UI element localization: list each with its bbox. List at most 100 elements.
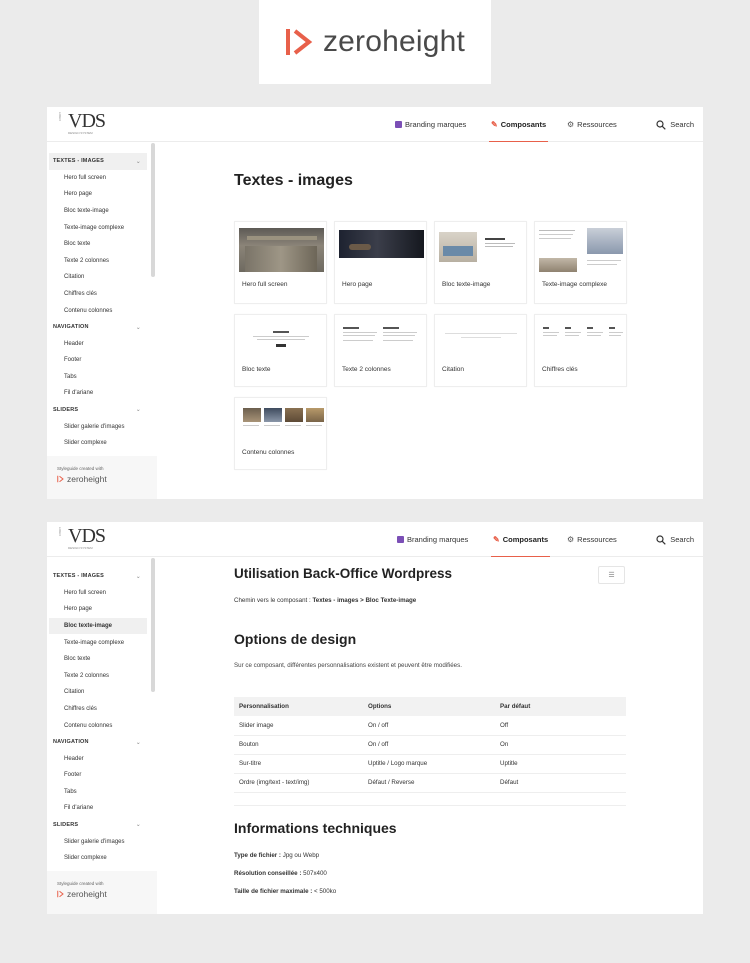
- sidebar-item[interactable]: Citation: [49, 269, 147, 286]
- sidebar-section-navigation[interactable]: NAVIGATION ⌄: [49, 319, 147, 336]
- styleguide-credit: Styleguide created with: [57, 466, 104, 471]
- sidebar-item[interactable]: Tabs: [49, 369, 147, 386]
- component-card-bloc-texte[interactable]: Bloc texte: [234, 314, 327, 387]
- component-path: Chemin vers le composant : Textes - imag…: [234, 597, 417, 604]
- sidebar-item[interactable]: Texte 2 colonnes: [49, 667, 147, 684]
- card-thumbnail: [439, 321, 524, 365]
- component-card-texte-image-complexe[interactable]: Texte-image complexe: [534, 221, 627, 304]
- sidebar-section-navigation[interactable]: NAVIGATION ⌄: [49, 734, 147, 751]
- nav-ressources[interactable]: ⚙ Ressources: [567, 522, 617, 557]
- component-card-hero-page[interactable]: Hero page: [334, 221, 427, 304]
- chevron-down-icon: ⌄: [135, 822, 141, 829]
- window-components-overview: LOGO VDS DESIGN SYSTEM Branding marques …: [47, 107, 703, 499]
- nav-branding[interactable]: Branding marques: [395, 107, 466, 142]
- nav-ressources[interactable]: ⚙ Ressources: [567, 107, 617, 142]
- top-navigation-bar: LOGO VDS DESIGN SYSTEM Branding marques …: [47, 107, 703, 142]
- chevron-down-icon: ⌄: [135, 573, 141, 580]
- sidebar-section-sliders[interactable]: SLIDERS ⌄: [49, 817, 147, 834]
- section-title-technical: Informations techniques: [234, 820, 397, 836]
- sidebar-item-selected[interactable]: Bloc texte-image: [49, 617, 147, 635]
- vds-logo[interactable]: LOGO VDS DESIGN SYSTEM: [58, 110, 106, 138]
- sidebar-item[interactable]: Bloc texte: [49, 236, 147, 253]
- search-button[interactable]: Search: [656, 522, 694, 557]
- search-icon: [656, 534, 666, 545]
- sidebar-item[interactable]: Hero page: [49, 186, 147, 203]
- section-divider: [234, 805, 626, 806]
- vds-logo[interactable]: LOGO VDS DESIGN SYSTEM: [58, 525, 106, 553]
- sidebar-item[interactable]: Footer: [49, 767, 147, 784]
- sidebar-item[interactable]: Slider galerie d'images: [49, 418, 147, 435]
- table-row: Bouton On / off On: [234, 735, 626, 755]
- card-label: Hero page: [342, 281, 373, 288]
- sidebar-item[interactable]: Hero full screen: [49, 585, 147, 602]
- table-header: Personnalisation: [234, 697, 363, 716]
- component-card-hero-full-screen[interactable]: Hero full screen: [234, 221, 327, 304]
- nav-composants[interactable]: ✎ Composants: [488, 107, 549, 142]
- table-header-row: Personnalisation Options Par défaut: [234, 697, 626, 716]
- sidebar-section-sliders[interactable]: SLIDERS ⌄: [49, 402, 147, 419]
- sidebar-item[interactable]: Tabs: [49, 784, 147, 801]
- sidebar-item[interactable]: Slider complexe: [49, 850, 147, 867]
- sidebar-scrollbar[interactable]: [151, 143, 155, 277]
- sidebar-item[interactable]: Bloc texte-image: [49, 203, 147, 220]
- sidebar: TEXTES - IMAGES ⌄ Hero full screen Hero p…: [47, 143, 157, 499]
- sidebar-item[interactable]: Chiffres clés: [49, 701, 147, 718]
- sidebar-item[interactable]: Fil d'ariane: [49, 800, 147, 817]
- zeroheight-footer-text: zeroheight: [67, 474, 107, 484]
- component-card-citation[interactable]: Citation: [434, 314, 527, 387]
- window-component-detail: LOGO VDS DESIGN SYSTEM Branding marques …: [47, 522, 703, 914]
- sidebar-item[interactable]: Texte-image complexe: [49, 219, 147, 236]
- card-thumbnail: [339, 230, 424, 258]
- design-description: Sur ce composant, différentes personnali…: [234, 662, 462, 669]
- table-cell: Bouton: [234, 735, 363, 755]
- sidebar-item[interactable]: Texte-image complexe: [49, 634, 147, 651]
- sidebar-item[interactable]: Fil d'ariane: [49, 385, 147, 402]
- table-row: Sur-titre Uptitle / Logo marque Uptitle: [234, 754, 626, 774]
- sidebar-section-textes-images[interactable]: TEXTES - IMAGES ⌄: [49, 568, 147, 585]
- sidebar-item[interactable]: Header: [49, 335, 147, 352]
- gear-icon: ⚙: [567, 535, 575, 544]
- styleguide-credit: Styleguide created with: [57, 881, 104, 886]
- table-cell: Uptitle / Logo marque: [363, 754, 495, 774]
- page-title: Textes - images: [234, 172, 353, 189]
- sidebar-item[interactable]: Footer: [49, 352, 147, 369]
- card-thumbnail: [239, 404, 324, 448]
- branding-icon: [395, 121, 402, 128]
- sidebar-item[interactable]: Contenu colonnes: [49, 302, 147, 319]
- table-cell: Slider image: [234, 716, 363, 736]
- component-card-texte-2-colonnes[interactable]: Texte 2 colonnes: [334, 314, 427, 387]
- sidebar-item[interactable]: Slider complexe: [49, 435, 147, 452]
- sidebar-item[interactable]: Citation: [49, 684, 147, 701]
- table-cell: Défaut / Reverse: [363, 773, 495, 793]
- sidebar-item[interactable]: Hero full screen: [49, 170, 147, 187]
- sidebar-scrollbar[interactable]: [151, 558, 155, 692]
- tech-info-max-size: Taille de fichier maximale : < 500ko: [234, 888, 337, 895]
- sidebar-item[interactable]: Header: [49, 750, 147, 767]
- sidebar-item[interactable]: Texte 2 colonnes: [49, 252, 147, 269]
- card-label: Texte-image complexe: [542, 281, 608, 288]
- zeroheight-logo-icon: [285, 29, 313, 55]
- table-of-contents-button[interactable]: ☰: [598, 566, 625, 584]
- component-card-chiffres-cles[interactable]: Chiffres clés: [534, 314, 627, 387]
- sidebar-section-textes-images[interactable]: TEXTES - IMAGES ⌄: [49, 153, 147, 170]
- search-button[interactable]: Search: [656, 107, 694, 142]
- card-thumbnail: [439, 228, 524, 272]
- zeroheight-logo-card: zeroheight: [259, 0, 491, 84]
- component-card-contenu-colonnes[interactable]: Contenu colonnes: [234, 397, 327, 470]
- section-title-backoffice: Utilisation Back-Office Wordpress: [234, 566, 453, 581]
- sidebar-item[interactable]: Slider galerie d'images: [49, 833, 147, 850]
- table-row: Slider image On / off Off: [234, 716, 626, 736]
- sidebar-item[interactable]: Contenu colonnes: [49, 717, 147, 734]
- card-label: Chiffres clés: [542, 366, 578, 373]
- sidebar-item[interactable]: Bloc texte: [49, 651, 147, 668]
- nav-branding[interactable]: Branding marques: [397, 522, 468, 557]
- nav-composants[interactable]: ✎ Composants: [490, 522, 551, 557]
- sidebar-footer[interactable]: Styleguide created with zeroheight: [47, 456, 157, 499]
- table-cell: Ordre (img/text - text/img): [234, 773, 363, 793]
- card-thumbnail: [539, 228, 624, 272]
- sidebar-item[interactable]: Hero page: [49, 601, 147, 618]
- table-cell: On: [495, 735, 626, 755]
- sidebar-item[interactable]: Chiffres clés: [49, 286, 147, 303]
- sidebar-footer[interactable]: Styleguide created with zeroheight: [47, 871, 157, 914]
- component-card-bloc-texte-image[interactable]: Bloc texte-image: [434, 221, 527, 304]
